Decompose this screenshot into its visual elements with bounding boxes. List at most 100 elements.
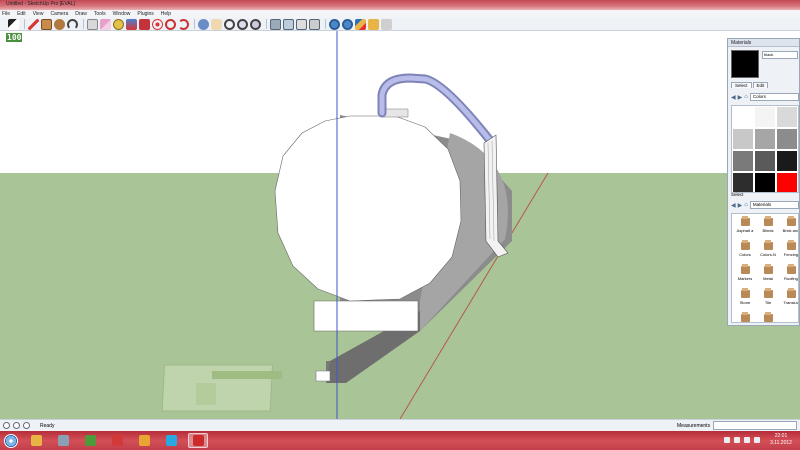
color-swatch[interactable]	[733, 151, 753, 171]
material-library-item[interactable]: Colors-N	[757, 240, 779, 263]
right-view-icon[interactable]	[309, 18, 320, 30]
extension-icon[interactable]	[381, 18, 392, 30]
home-icon[interactable]: ⌂	[744, 202, 748, 208]
select-icon[interactable]	[8, 18, 19, 30]
circle-icon[interactable]	[54, 18, 65, 30]
forward-arrow-icon[interactable]: ▶	[738, 202, 743, 209]
share-model-icon[interactable]	[342, 18, 353, 30]
menu-camera[interactable]: Camera	[50, 11, 68, 17]
color-swatch[interactable]	[755, 129, 775, 149]
taskbar-player-button[interactable]	[107, 433, 127, 448]
move-icon[interactable]	[152, 18, 163, 30]
pan-icon[interactable]	[211, 18, 222, 30]
warehouse-icon[interactable]	[368, 18, 379, 30]
menu-window[interactable]: Window	[113, 11, 131, 17]
color-swatch[interactable]	[777, 129, 797, 149]
paint-bucket-icon[interactable]	[126, 18, 137, 30]
folder-icon	[763, 264, 773, 274]
material-library-item[interactable]: Markers	[734, 264, 756, 287]
material-library-item[interactable]: Metal	[757, 264, 779, 287]
menu-tools[interactable]: Tools	[94, 11, 106, 17]
tray-network-icon[interactable]	[734, 437, 740, 443]
make-component-icon[interactable]	[87, 18, 98, 30]
material-library-item[interactable]: Tile	[757, 288, 779, 311]
rectangle-icon[interactable]	[41, 18, 52, 30]
color-swatch[interactable]	[777, 173, 797, 192]
taskbar-skype-button[interactable]	[161, 433, 181, 448]
back-arrow-icon[interactable]: ◀	[731, 202, 736, 209]
ghost-window-preview	[161, 364, 282, 412]
arc-icon[interactable]	[67, 18, 78, 30]
materials-nav: ◀ ▶ ⌂ Colors	[731, 92, 799, 102]
tray-volume-icon[interactable]	[744, 437, 750, 443]
color-swatch[interactable]	[777, 151, 797, 171]
credits-icon[interactable]	[13, 422, 20, 429]
zoom-icon[interactable]	[224, 18, 235, 30]
get-models-icon[interactable]	[329, 18, 340, 30]
tab-select[interactable]: Select	[731, 82, 752, 88]
tray-flag-icon[interactable]	[724, 437, 730, 443]
material-library-item[interactable]: Blinds	[757, 216, 779, 239]
rotate-icon[interactable]	[165, 18, 176, 30]
material-library-item[interactable]: Transluc	[780, 288, 798, 311]
folder-icon	[763, 288, 773, 298]
status-bar: Ready Measurements	[0, 419, 800, 431]
collection-dropdown[interactable]: Colors	[749, 93, 799, 101]
forward-arrow-icon[interactable]: ▶	[738, 94, 743, 101]
color-swatch[interactable]	[777, 107, 797, 127]
material-library-item[interactable]: Colors	[734, 240, 756, 263]
color-swatch[interactable]	[733, 129, 753, 149]
menu-file[interactable]: File	[2, 11, 10, 17]
home-icon[interactable]: ⌂	[744, 94, 748, 100]
tab-edit[interactable]: Edit	[752, 82, 769, 88]
material-name-field[interactable]: black	[762, 51, 798, 59]
material-library-item[interactable]: Brick and	[780, 216, 799, 239]
current-material-swatch[interactable]	[731, 50, 759, 78]
components-icon[interactable]	[355, 18, 366, 30]
library-dropdown[interactable]: Materials	[749, 201, 799, 209]
color-swatch[interactable]	[755, 107, 775, 127]
taskbar-explorer-button[interactable]	[26, 433, 46, 448]
color-swatch[interactable]	[755, 151, 775, 171]
menu-plugins[interactable]: Plugins	[137, 11, 153, 17]
top-view-icon[interactable]	[283, 18, 294, 30]
geo-location-icon[interactable]	[3, 422, 10, 429]
color-swatch[interactable]	[733, 173, 753, 192]
menu-edit[interactable]: Edit	[17, 11, 26, 17]
zoom-window-icon[interactable]	[237, 18, 248, 30]
material-library-item[interactable]: Asphalt a	[734, 216, 756, 239]
offset-icon[interactable]	[178, 18, 189, 30]
modeling-viewport[interactable]: 100	[0, 31, 800, 419]
menu-help[interactable]: Help	[161, 11, 171, 17]
clock[interactable]: 22:01 3.11.2012	[766, 433, 796, 447]
material-library-item[interactable]: Water	[734, 312, 756, 322]
taskbar-sketchup-button[interactable]	[188, 433, 208, 448]
material-library-item[interactable]: Wood	[757, 312, 779, 322]
color-swatch[interactable]	[755, 173, 775, 192]
taskbar-presentation-button[interactable]	[134, 433, 154, 448]
start-button[interactable]	[4, 433, 18, 448]
tray-battery-icon[interactable]	[754, 437, 760, 443]
eraser-icon[interactable]	[100, 18, 111, 30]
material-library-item-label: Stone	[739, 300, 751, 305]
taskbar: 22:01 3.11.2012	[0, 431, 800, 450]
menu-view[interactable]: View	[33, 11, 44, 17]
taskbar-media-button[interactable]	[53, 433, 73, 448]
material-library-item-label: Brick and	[782, 228, 799, 233]
taskbar-chrome-button[interactable]	[80, 433, 100, 448]
iso-view-icon[interactable]	[270, 18, 281, 30]
measurements-input[interactable]	[713, 421, 797, 430]
push-pull-icon[interactable]	[139, 18, 150, 30]
front-view-icon[interactable]	[296, 18, 307, 30]
menu-draw[interactable]: Draw	[75, 11, 87, 17]
zoom-extents-icon[interactable]	[250, 18, 261, 30]
pencil-icon[interactable]	[28, 18, 39, 30]
color-swatch[interactable]	[733, 107, 753, 127]
material-library-item[interactable]: Roofing	[780, 264, 798, 287]
help-icon[interactable]	[23, 422, 30, 429]
orbit-icon[interactable]	[198, 18, 209, 30]
material-library-item[interactable]: Fencing	[780, 240, 798, 263]
material-library-item[interactable]: Stone	[734, 288, 756, 311]
back-arrow-icon[interactable]: ◀	[731, 94, 736, 101]
tape-measure-icon[interactable]	[113, 18, 124, 30]
